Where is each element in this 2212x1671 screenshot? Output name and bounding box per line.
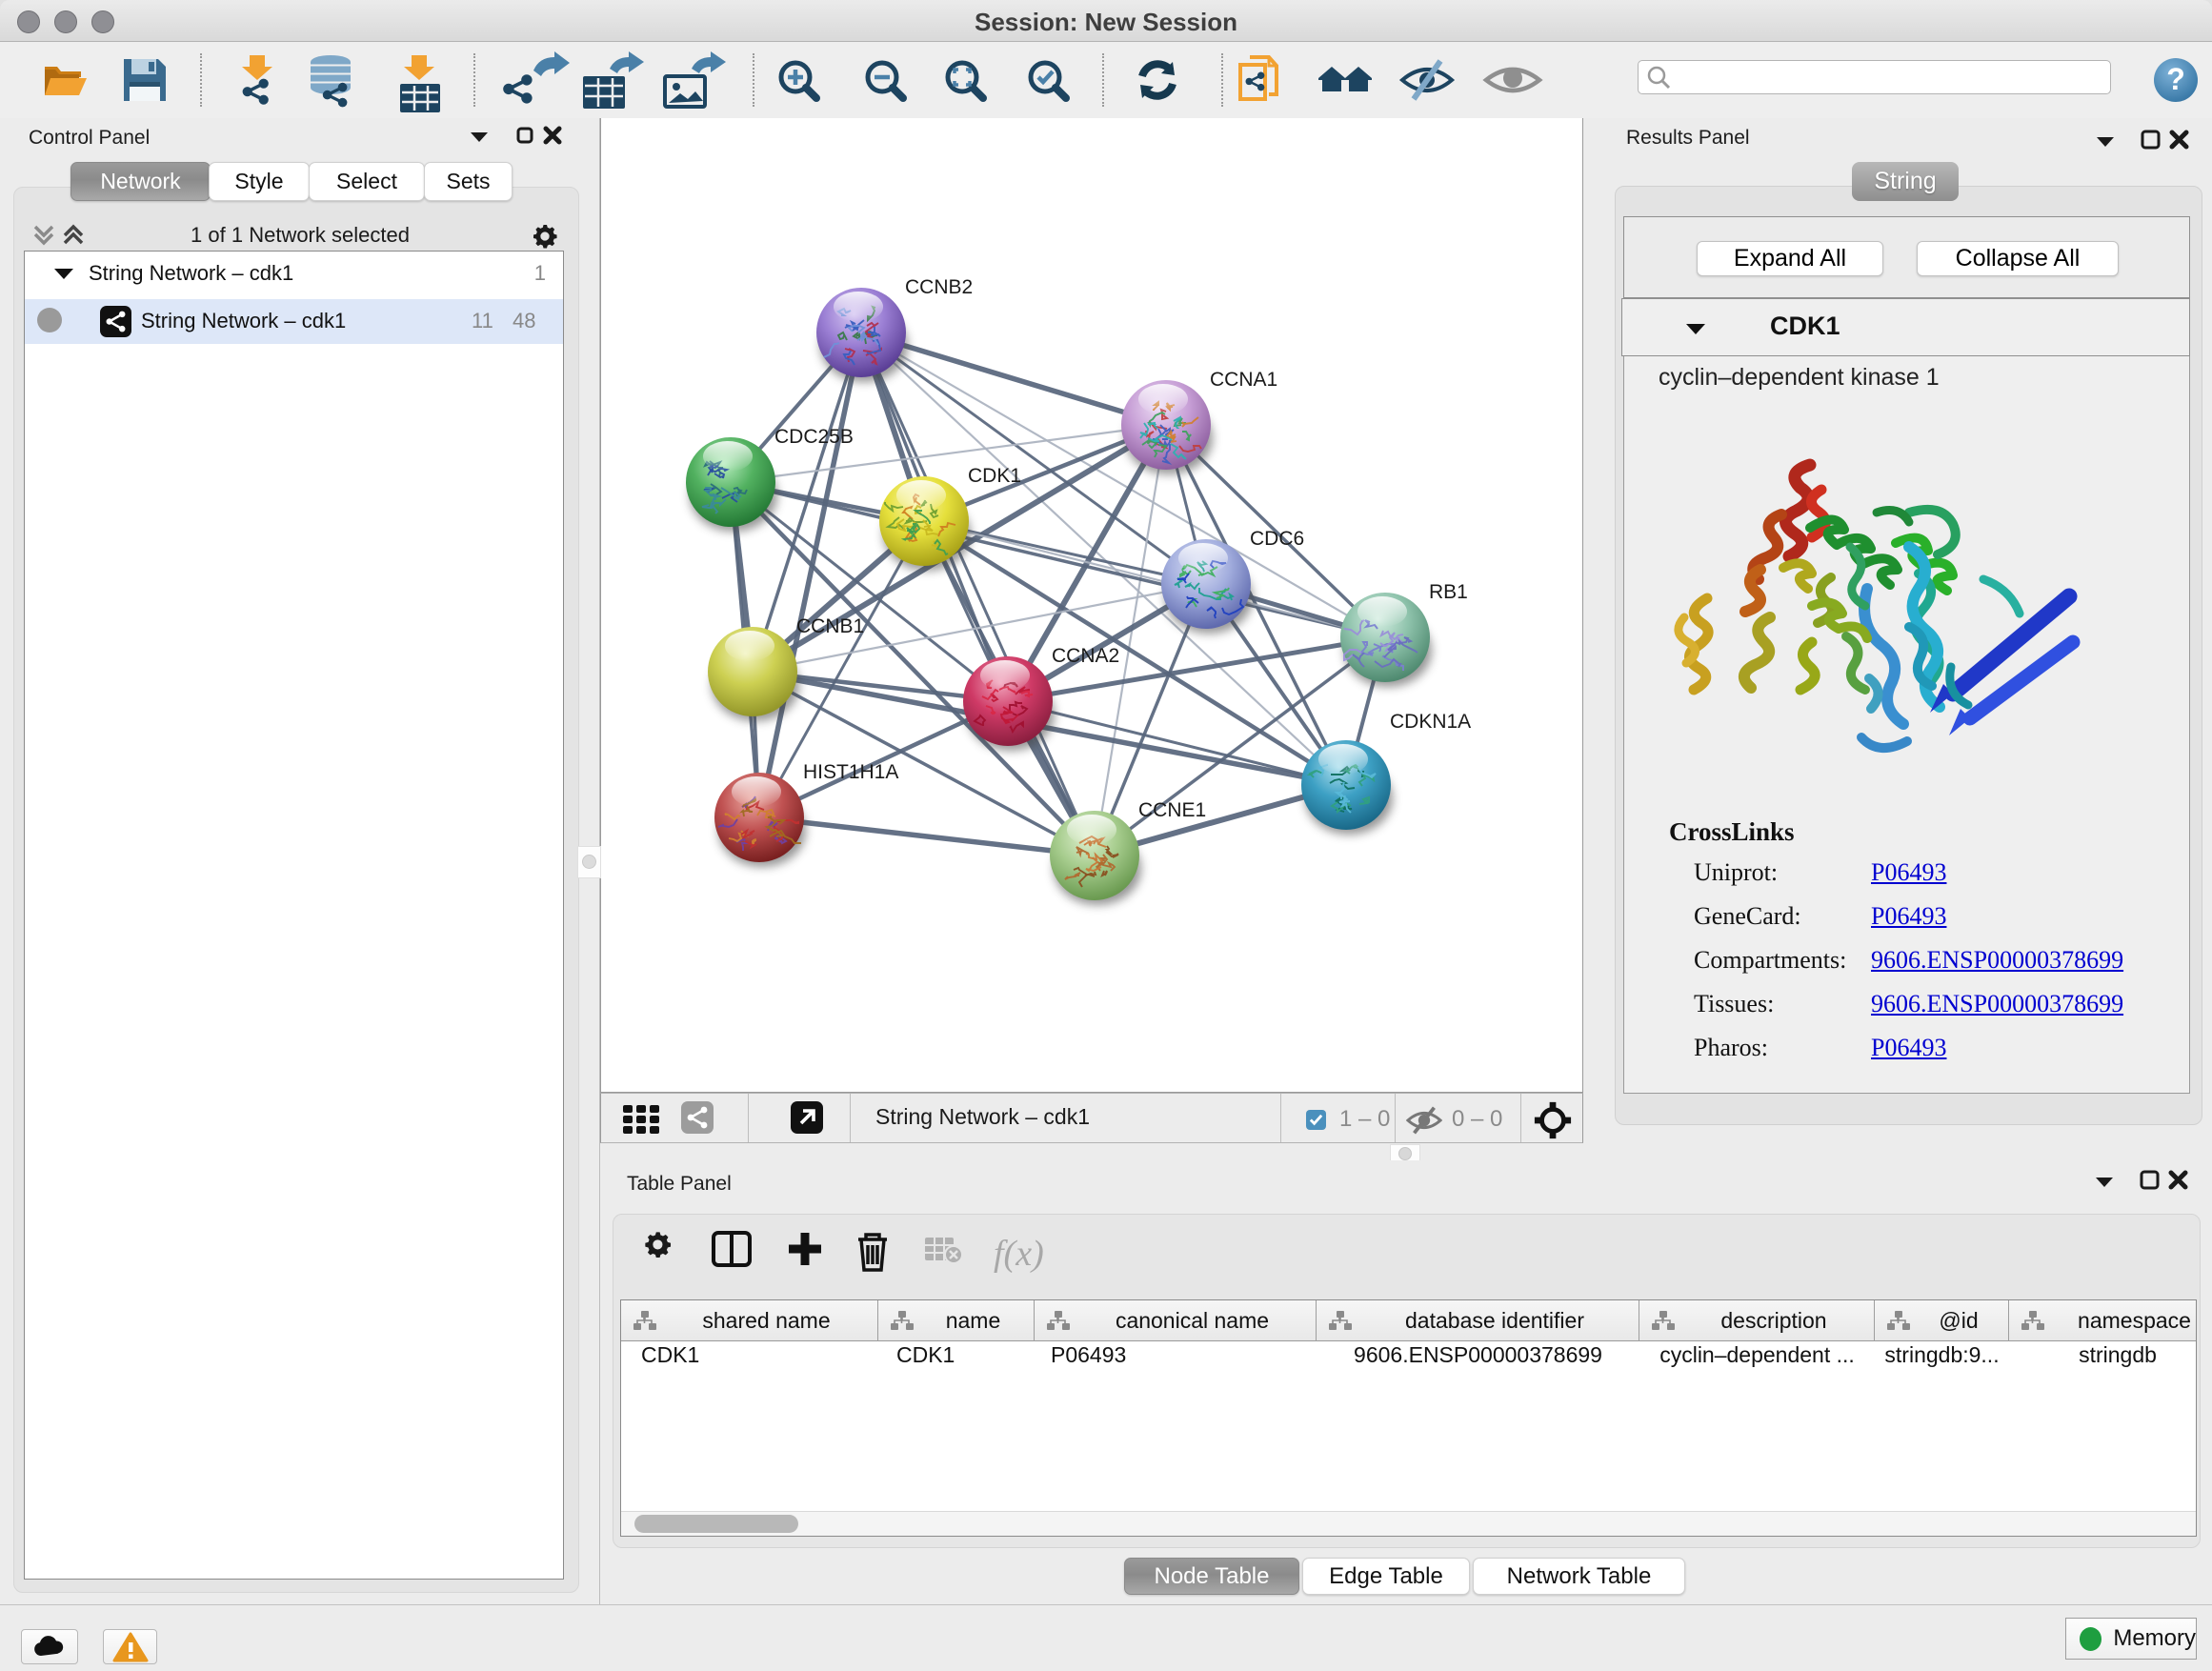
svg-text:CCNB2: CCNB2	[905, 276, 973, 298]
svg-text:CCNE1: CCNE1	[1138, 799, 1206, 821]
svg-text:CDK1: CDK1	[968, 465, 1021, 487]
svg-text:CDKN1A: CDKN1A	[1390, 711, 1471, 733]
svg-text:CDC25B: CDC25B	[774, 426, 854, 448]
svg-text:f(x): f(x)	[994, 1234, 1044, 1274]
svg-text:HIST1H1A: HIST1H1A	[803, 761, 898, 783]
svg-text:RB1: RB1	[1429, 581, 1468, 603]
svg-text:CCNA1: CCNA1	[1210, 369, 1277, 391]
svg-text:CDC6: CDC6	[1250, 528, 1304, 550]
svg-text:CCNA2: CCNA2	[1052, 645, 1119, 667]
svg-text:CCNB1: CCNB1	[796, 615, 864, 637]
